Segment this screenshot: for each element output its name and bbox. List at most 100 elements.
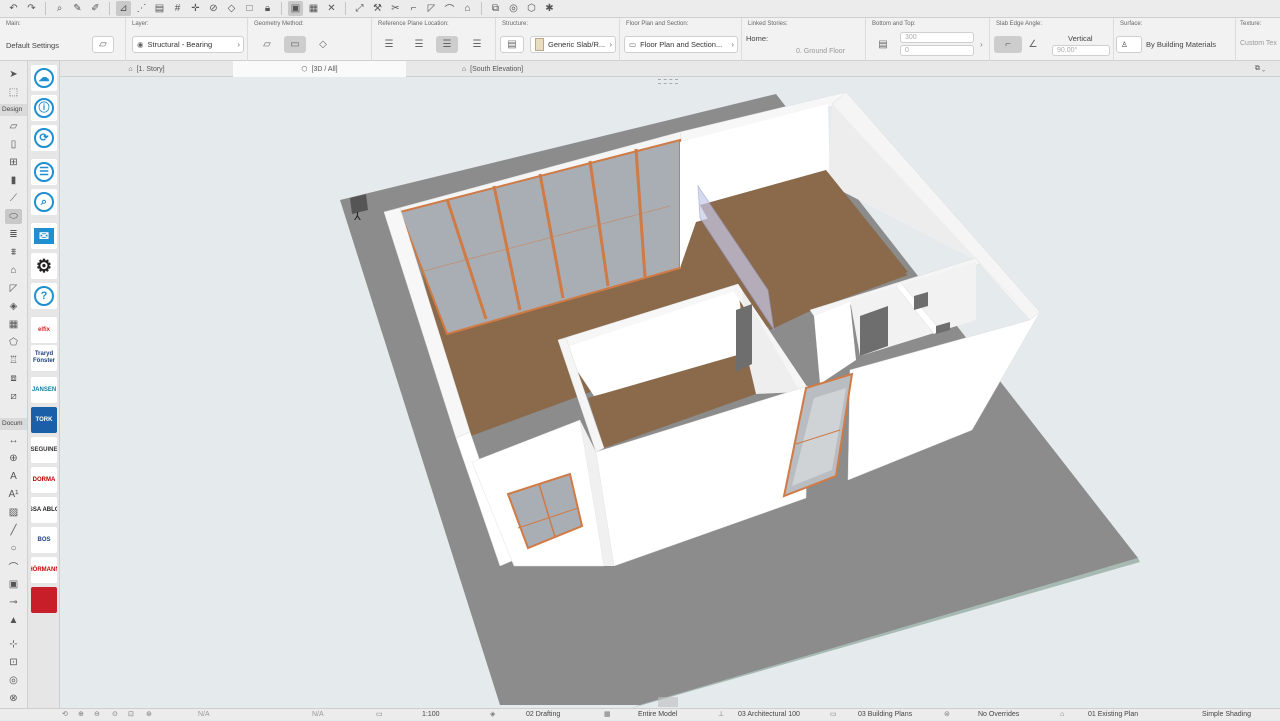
undo-icon[interactable]: ↶ xyxy=(6,1,21,16)
section-tool-icon[interactable]: ⊸ xyxy=(5,595,22,610)
design-header[interactable]: Design xyxy=(0,104,27,116)
grid-snap-icon[interactable]: ▤ xyxy=(152,1,167,16)
orbit-icon[interactable]: ◎ xyxy=(506,1,521,16)
structure-type-icon[interactable]: ▤ xyxy=(500,36,524,53)
vendor-logo-13[interactable]: DORMA xyxy=(31,467,57,493)
wall-tool-icon[interactable]: ▱ xyxy=(5,119,22,134)
arrow-tool-icon[interactable]: ➤ xyxy=(5,67,22,82)
default-settings-label[interactable]: Default Settings xyxy=(6,41,59,50)
slab-settings-icon[interactable]: ▱ xyxy=(92,36,114,53)
interior-elevation-icon[interactable]: ⊹ xyxy=(5,637,22,652)
split-icon[interactable]: ⤢ xyxy=(352,1,367,16)
mail-icon[interactable]: ✉ xyxy=(31,223,57,249)
3d-model-canvas[interactable]: ⅄ xyxy=(60,77,1280,708)
roof-icon[interactable]: ⌂ xyxy=(460,1,475,16)
intersect-icon[interactable]: ✂ xyxy=(388,1,403,16)
viewport-bottom-handle[interactable] xyxy=(658,697,678,707)
vendor-logo-17[interactable] xyxy=(31,587,57,613)
ref-bottom-icon[interactable]: ☰ xyxy=(466,36,488,53)
ref-top-icon[interactable]: ☰ xyxy=(378,36,400,53)
table-icon[interactable]: ▦ xyxy=(306,1,321,16)
top-input[interactable]: 0 xyxy=(900,45,974,56)
curtain-wall-tool-icon[interactable]: ▦ xyxy=(5,317,22,332)
lock-icon[interactable]: 🔒︎ xyxy=(260,1,275,16)
adjust-icon[interactable]: ⚒ xyxy=(370,1,385,16)
vendor-logo-16[interactable]: HÖRMANN xyxy=(31,557,57,583)
rectangle-geometry-icon[interactable]: ▭ xyxy=(284,36,306,53)
morph-tool-icon[interactable]: ⬠ xyxy=(5,335,22,350)
layer-combination[interactable]: 02 Drafting xyxy=(526,709,560,721)
vertical-edge-icon[interactable]: ⌐ xyxy=(994,36,1022,53)
sync-icon[interactable]: ⟳ xyxy=(31,125,57,151)
railing-tool-icon[interactable]: ⩩ xyxy=(5,245,22,260)
render-icon[interactable]: ✱ xyxy=(542,1,557,16)
change-tool-icon[interactable]: ⊗ xyxy=(5,691,22,706)
tab-3d-all[interactable]: ⬡ [3D / All] xyxy=(233,61,406,77)
tab-1-story[interactable]: ⌂ [1. Story] xyxy=(60,61,233,77)
polyline-tool-icon[interactable]: ⌒ xyxy=(5,559,22,574)
mesh-tool-icon[interactable]: ⧄ xyxy=(5,389,22,404)
pick-up-icon[interactable]: ✎ xyxy=(70,1,85,16)
inject-icon[interactable]: ✐ xyxy=(88,1,103,16)
elevation-tool-icon[interactable]: ▲ xyxy=(5,613,22,628)
model-view-value[interactable]: Entire Model xyxy=(638,709,677,721)
document-header[interactable]: Docum xyxy=(0,418,27,430)
scale-value[interactable]: 1:100 xyxy=(422,709,440,721)
info-icon[interactable]: ⓘ xyxy=(31,95,57,121)
door-tool-icon[interactable]: ▯ xyxy=(5,137,22,152)
object-tool-icon[interactable]: ♖ xyxy=(5,353,22,368)
drawing-tool-icon[interactable]: ▣ xyxy=(5,577,22,592)
text-tool-icon[interactable]: A xyxy=(5,469,22,484)
mvo-value[interactable]: 03 Building Plans xyxy=(858,709,912,721)
grid-icon[interactable]: # xyxy=(170,1,185,16)
navigator-view-icon[interactable]: ⧉ ⌄ xyxy=(1244,61,1276,77)
vendor-logo-12[interactable]: SEGUINE xyxy=(31,437,57,463)
slab-tool-icon[interactable]: ⬭ xyxy=(5,209,22,224)
label-tool-icon[interactable]: A¹ xyxy=(5,487,22,502)
chevron-right-icon[interactable]: › xyxy=(980,40,983,49)
level-dimension-icon[interactable]: ⊕ xyxy=(5,451,22,466)
surface-paint-icon[interactable]: ♙ xyxy=(1116,36,1142,53)
delete-icon[interactable]: ✕ xyxy=(324,1,339,16)
3d-style-value[interactable]: Simple Shading xyxy=(1202,709,1251,721)
layer-selector[interactable]: ◉ Structural - Bearing › xyxy=(132,36,244,53)
trace-icon[interactable]: ▣ xyxy=(288,1,303,16)
cloud-upload-icon[interactable]: ☁ xyxy=(31,65,57,91)
detail-tool-icon[interactable]: ◎ xyxy=(5,673,22,688)
resize-icon[interactable]: ◸ xyxy=(424,1,439,16)
floorplan-selector[interactable]: ▭ Floor Plan and Section... › xyxy=(624,36,738,53)
zone-tool-icon[interactable]: ⧈ xyxy=(5,371,22,386)
window-tool-icon[interactable]: ⊞ xyxy=(5,155,22,170)
custom-angle-icon[interactable]: ∠ xyxy=(1024,36,1042,53)
shell-tool-icon[interactable]: ◸ xyxy=(5,281,22,296)
edge-angle-input[interactable]: 90,00° xyxy=(1052,45,1110,56)
ref-core-top-icon[interactable]: ☰ xyxy=(408,36,430,53)
orbit-icon[interactable]: ⊛ xyxy=(146,709,152,721)
bottom-input[interactable]: 300 xyxy=(900,32,974,43)
vendor-logo-14[interactable]: ASSA ABLOY xyxy=(31,497,57,523)
3d-viewport[interactable]: ⅄ xyxy=(60,77,1280,708)
dimension-tool-icon[interactable]: ↔ xyxy=(5,433,22,448)
worksheet-tool-icon[interactable]: ⊡ xyxy=(5,655,22,670)
vendor-logo-10[interactable]: JANSEN xyxy=(31,377,57,403)
view-3d-icon[interactable]: ⧉ xyxy=(488,1,503,16)
find-select-icon[interactable]: ⌕ xyxy=(52,1,67,16)
cloud-list-icon[interactable]: ☰ xyxy=(31,159,57,185)
ref-core-bottom-icon[interactable]: ☰ xyxy=(436,36,458,53)
skylight-tool-icon[interactable]: ◈ xyxy=(5,299,22,314)
offset-icon[interactable]: ⌒ xyxy=(442,1,457,16)
polygonal-geometry-icon[interactable]: ▱ xyxy=(256,36,278,53)
layer-icon[interactable]: ◇ xyxy=(224,1,239,16)
gravity-icon[interactable]: ✛ xyxy=(188,1,203,16)
roof-tool-icon[interactable]: ⌂ xyxy=(5,263,22,278)
circle-tool-icon[interactable]: ○ xyxy=(5,541,22,556)
renovation-filter-value[interactable]: 01 Existing Plan xyxy=(1088,709,1138,721)
cloud-search-icon[interactable]: ⌕ xyxy=(31,189,57,215)
texture-value[interactable]: Custom Tex xyxy=(1240,40,1277,47)
vendor-logo-9[interactable]: Traryd Fönster xyxy=(31,345,57,371)
rotated-rectangle-icon[interactable]: ◇ xyxy=(312,36,334,53)
guide-lines-icon[interactable]: ⋰ xyxy=(134,1,149,16)
marquee-icon[interactable]: □ xyxy=(242,1,257,16)
help-icon[interactable]: ? xyxy=(31,283,57,309)
marquee-tool-icon[interactable]: ⬚ xyxy=(5,85,22,100)
